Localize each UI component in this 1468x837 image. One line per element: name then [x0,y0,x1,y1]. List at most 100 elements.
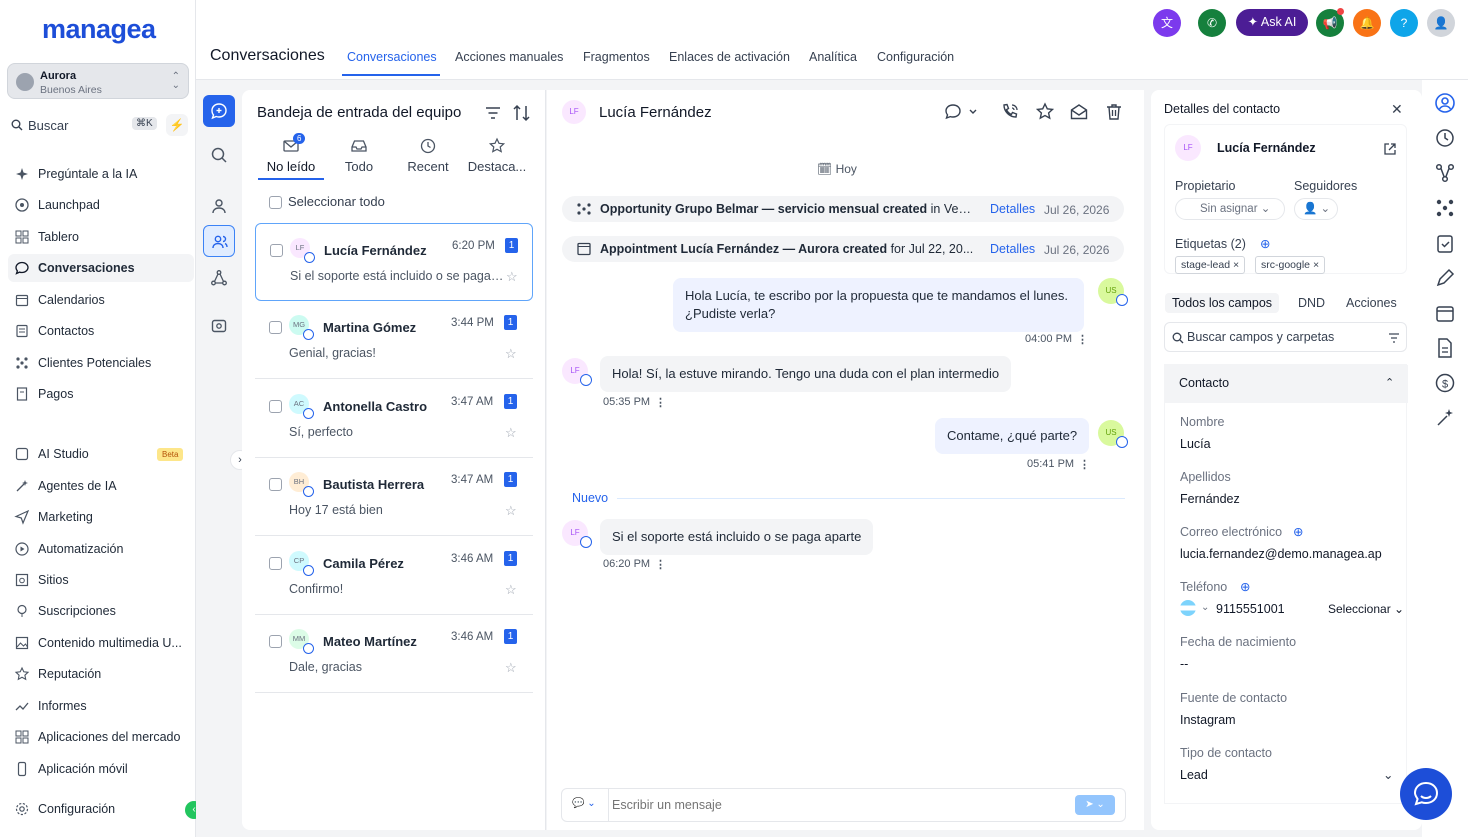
message-menu-icon[interactable]: ⋮ [1079,458,1090,471]
sort-icon[interactable] [512,104,532,122]
rail-archive[interactable] [203,310,235,342]
conversation-checkbox[interactable] [269,321,282,334]
star-icon[interactable]: ☆ [506,269,518,285]
close-icon[interactable]: × [1313,259,1319,271]
chat-contact-name[interactable]: Lucía Fernández [599,104,712,121]
sidebar-item-media[interactable]: Contenido multimedia U... [8,629,194,657]
rail-team-inbox[interactable] [203,225,235,257]
event-details-link[interactable]: Detalles [990,242,1035,256]
argentina-flag-icon[interactable] [1180,600,1196,616]
tab-snippets[interactable]: Fragmentos [583,50,650,64]
field-value-birthdate[interactable]: -- [1180,657,1188,671]
followers-dropdown[interactable]: 👤 ⌄ [1294,198,1338,220]
tab-settings[interactable]: Configuración [877,50,954,64]
field-value-phone[interactable]: 9115551001 [1216,602,1285,616]
field-value-last-name[interactable]: Fernández [1180,492,1240,506]
contact-profile-icon[interactable] [1434,92,1456,114]
sidebar-item-settings[interactable]: Configuración [8,795,194,823]
external-link-icon[interactable] [1383,142,1397,156]
star-icon[interactable]: ☆ [505,503,517,519]
contact-name[interactable]: Lucía Fernández [1217,141,1316,155]
new-conversation-button[interactable] [203,95,235,127]
star-icon[interactable]: ☆ [505,582,517,598]
channel-selector-icon[interactable] [943,102,977,122]
conversation-checkbox[interactable] [269,478,282,491]
ask-ai-button[interactable]: ✦ Ask AI [1236,9,1308,36]
field-value-first-name[interactable]: Lucía [1180,437,1211,451]
section-header[interactable]: Contacto ⌃ [1165,365,1408,403]
star-icon[interactable]: ☆ [505,346,517,362]
tab-manual-actions[interactable]: Acciones manuales [455,50,563,64]
sidebar-item-automation[interactable]: Automatización [8,535,194,563]
help-icon[interactable]: ? [1390,9,1418,37]
sidebar-item-marketplace[interactable]: Aplicaciones del mercado [8,723,194,751]
owner-dropdown[interactable]: Sin asignar ⌄ [1175,198,1285,220]
sidebar-item-marketing[interactable]: Marketing [8,503,194,531]
opportunity-icon[interactable] [1434,197,1456,219]
conversation-checkbox[interactable] [269,557,282,570]
phone-type-dropdown[interactable]: Seleccionar ⌄ [1328,602,1404,616]
inbox-tab-all[interactable]: Todo [326,137,392,174]
inbox-tab-unread[interactable]: No leído [258,137,324,174]
contact-avatar[interactable]: LF [562,100,586,124]
filter-icon[interactable] [1388,332,1400,344]
bell-icon[interactable]: 🔔 [1353,9,1381,37]
sidebar-item-dashboard[interactable]: Tablero [8,223,194,251]
translate-icon[interactable]: 文 [1153,9,1181,37]
conversation-row[interactable]: MG Martina Gómez 3:44 PM 1 Genial, gracias! ☆ [255,301,533,379]
send-button[interactable]: ➤ ⌄ [1075,795,1115,815]
star-icon[interactable]: ☆ [505,660,517,676]
call-icon[interactable] [1000,102,1020,122]
phone-icon[interactable]: ✆ [1198,9,1226,37]
mark-unread-icon[interactable] [1069,102,1089,122]
add-phone-icon[interactable]: ⊕ [1240,579,1250,594]
sidebar-item-ai-agents[interactable]: Agentes de IA [8,472,194,500]
star-icon[interactable]: ☆ [505,425,517,441]
tab-trigger-links[interactable]: Enlaces de activación [669,50,790,64]
tasks-icon[interactable] [1434,232,1456,254]
payment-dollar-icon[interactable]: $ [1434,372,1456,394]
message-menu-icon[interactable]: ⋮ [655,396,666,409]
sidebar-item-conversations[interactable]: Conversaciones [8,254,194,282]
message-menu-icon[interactable]: ⋮ [655,558,666,571]
sidebar-item-ask-ai[interactable]: Pregúntale a la IA [8,160,194,188]
tab-analytics[interactable]: Analítica [809,50,857,64]
conversation-row[interactable]: CP Camila Pérez 3:46 AM 1 Confirmo! ☆ [255,537,533,615]
field-value-source[interactable]: Instagram [1180,713,1236,727]
ai-wand-icon[interactable] [1434,407,1456,429]
star-icon[interactable] [1035,102,1055,122]
conversation-row[interactable]: MM Mateo Martínez 3:46 AM 1 Dale, gracias ☆ [255,615,533,693]
sidebar-item-opportunities[interactable]: Clientes Potenciales [8,349,194,377]
sidebar-item-memberships[interactable]: Suscripciones [8,597,194,625]
history-icon[interactable] [1434,127,1456,149]
field-value-contact-type[interactable]: Lead [1180,768,1208,782]
sidebar-item-sites[interactable]: Sitios [8,566,194,594]
calendar-icon[interactable] [1434,302,1456,324]
tag-chip[interactable]: stage-lead × [1175,256,1246,274]
document-icon[interactable] [1434,337,1456,359]
field-value-email[interactable]: lucia.fernandez@demo.managea.ap [1180,547,1382,561]
message-menu-icon[interactable]: ⋮ [1077,333,1088,346]
sidebar-item-mobile-app[interactable]: Aplicación móvil [8,755,194,783]
channel-dropdown[interactable]: 💬 ⌄ [572,798,596,809]
message-input[interactable] [612,798,1052,812]
close-icon[interactable]: × [1233,259,1239,271]
sidebar-item-reports[interactable]: Informes [8,692,194,720]
add-email-icon[interactable]: ⊕ [1293,524,1303,539]
rail-my-inbox[interactable] [203,190,235,222]
app-logo[interactable]: managea [42,14,156,45]
fields-search[interactable]: Buscar campos y carpetas [1164,322,1407,352]
filter-icon[interactable] [484,104,502,122]
conversation-checkbox[interactable] [270,244,283,257]
trash-icon[interactable] [1104,102,1124,122]
tag-chip[interactable]: src-google × [1255,256,1326,274]
sidebar-item-payments[interactable]: Pagos [8,380,194,408]
sidebar-item-reputation[interactable]: Reputación [8,660,194,688]
conversation-checkbox[interactable] [269,635,282,648]
location-switcher[interactable]: Aurora Buenos Aires ⌃ ⌄ [7,63,189,99]
global-search[interactable]: Buscar ⌘K [8,114,158,136]
inbox-tab-starred[interactable]: Destaca... [464,137,530,174]
conversation-checkbox[interactable] [269,400,282,413]
conversation-row[interactable]: AC Antonella Castro 3:47 AM 1 Sí, perfecto ☆ [255,380,533,458]
tab-dnd[interactable]: DND [1298,296,1325,310]
